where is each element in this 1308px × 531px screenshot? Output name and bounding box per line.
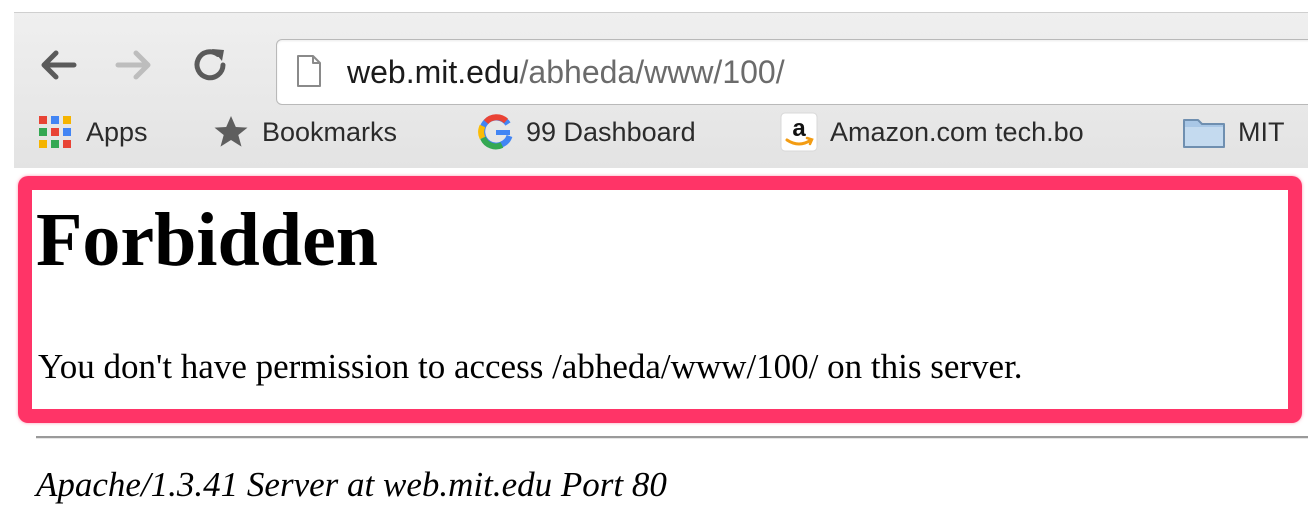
reload-button[interactable] — [188, 43, 232, 87]
bookmarks-bar: Apps Bookmarks 99 Dashboard a Amazon.com… — [14, 107, 1308, 157]
forward-button[interactable] — [112, 43, 156, 87]
bookmark-label: MIT — [1238, 116, 1285, 147]
server-signature: Apache/1.3.41 Server at web.mit.edu Port… — [36, 465, 667, 504]
browser-toolbar: web.mit.edu/abheda/www/100/ Apps Bookmar… — [14, 12, 1308, 169]
url-text: web.mit.edu/abheda/www/100/ — [347, 53, 785, 91]
url-path: /abheda/www/100/ — [519, 54, 785, 90]
bookmark-mit-folder[interactable]: MIT — [1182, 107, 1285, 157]
bookmark-label: Amazon.com tech.bo — [830, 116, 1084, 147]
google-g-icon — [478, 114, 513, 150]
bookmark-amazon[interactable]: a Amazon.com tech.bo — [780, 107, 1154, 157]
star-icon — [214, 116, 248, 147]
bookmark-bookmarks[interactable]: Bookmarks — [212, 107, 397, 157]
apps-grid-icon — [39, 116, 71, 148]
reload-icon — [194, 49, 226, 81]
address-bar[interactable]: web.mit.edu/abheda/www/100/ — [276, 39, 1308, 105]
folder-icon — [1183, 119, 1225, 148]
svg-text:a: a — [792, 115, 806, 142]
forward-arrow-icon — [115, 50, 151, 80]
page-title: Forbidden — [36, 198, 379, 282]
page-content: Forbidden You don't have permission to a… — [14, 168, 1308, 531]
bookmark-label: Apps — [86, 116, 148, 147]
amazon-icon: a — [780, 112, 818, 152]
bookmark-99-dashboard[interactable]: 99 Dashboard — [478, 107, 696, 157]
page-icon — [295, 54, 323, 93]
bookmark-label: 99 Dashboard — [526, 116, 696, 147]
back-arrow-icon — [41, 50, 77, 80]
url-host: web.mit.edu — [347, 54, 520, 90]
back-button[interactable] — [36, 43, 80, 87]
browser-window: web.mit.edu/abheda/www/100/ Apps Bookmar… — [0, 0, 1308, 531]
divider — [36, 436, 1308, 439]
bookmark-apps[interactable]: Apps — [36, 107, 148, 157]
error-message: You don't have permission to access /abh… — [38, 347, 1023, 386]
bookmark-label: Bookmarks — [262, 116, 398, 147]
